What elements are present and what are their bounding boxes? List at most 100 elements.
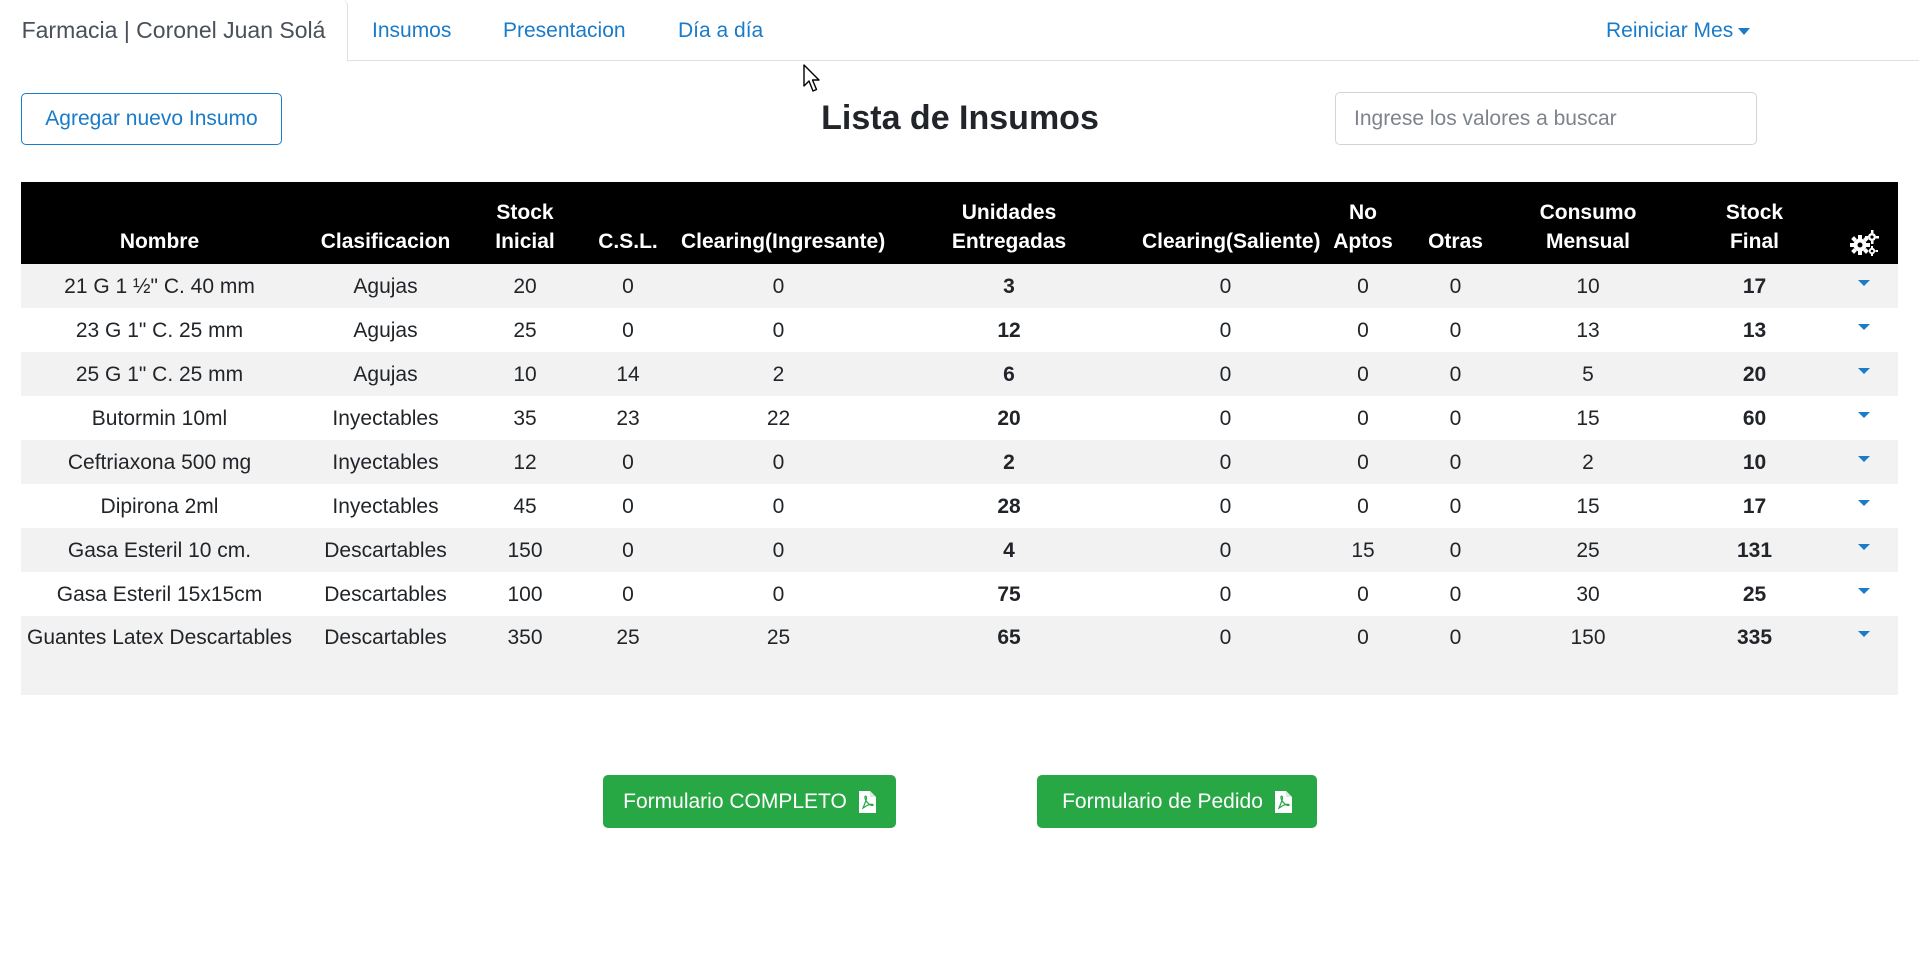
col-header-unidades-entregadas[interactable]: Unidades Entregadas: [878, 182, 1140, 264]
col-header-clearing-ingresante[interactable]: Clearing(Ingresante): [679, 182, 885, 264]
cell-clasificacion: Descartables: [298, 528, 473, 572]
table-row: Butormin 10ml Inyectables 35 23 22 20 0 …: [21, 396, 1898, 440]
reiniciar-mes-dropdown[interactable]: Reiniciar Mes: [1606, 0, 1751, 61]
cell-nombre: Ceftriaxona 500 mg: [21, 440, 298, 484]
col-header-stock-final[interactable]: Stock Final: [1680, 182, 1829, 264]
cell-consumo-mensual: 150: [1496, 616, 1680, 695]
cell-csl: 0: [577, 440, 679, 484]
col-header-stock-final-line2: Final: [1729, 230, 1779, 253]
col-header-stock-inicial[interactable]: Stock Inicial: [473, 182, 577, 264]
cell-clearing-ingresante: 0: [679, 308, 878, 352]
cell-consumo-mensual: 15: [1496, 484, 1680, 528]
formulario-pedido-button[interactable]: Formulario de Pedido: [1037, 775, 1317, 828]
row-actions-caret-icon[interactable]: [1857, 323, 1870, 330]
cell-nombre: Gasa Esteril 10 cm.: [21, 528, 298, 572]
cell-consumo-mensual: 15: [1496, 396, 1680, 440]
cell-clearing-saliente: 0: [1140, 484, 1311, 528]
cell-actions: [1829, 528, 1898, 572]
cell-stock-final: 60: [1680, 396, 1829, 440]
nav-brand-tab[interactable]: Farmacia | Coronel Juan Solá: [0, 0, 348, 62]
row-actions-caret-icon[interactable]: [1857, 411, 1870, 418]
col-header-clearing-saliente[interactable]: Clearing(Saliente): [1140, 182, 1321, 264]
cell-csl: 0: [577, 308, 679, 352]
search-input[interactable]: [1335, 92, 1757, 145]
nav-link-insumos[interactable]: Insumos: [372, 0, 451, 61]
reiniciar-mes-label: Reiniciar Mes: [1606, 18, 1734, 42]
mouse-pointer-icon: [803, 64, 820, 92]
cell-nombre: Gasa Esteril 15x15cm: [21, 572, 298, 616]
col-header-csl[interactable]: C.S.L.: [577, 182, 679, 264]
cell-clasificacion: Inyectables: [298, 484, 473, 528]
cell-stock-final: 131: [1680, 528, 1829, 572]
col-header-no-aptos-line2: Aptos: [1333, 230, 1393, 253]
page-title: Lista de Insumos: [821, 99, 1099, 137]
cell-stock-inicial: 25: [473, 308, 577, 352]
cell-otras: 0: [1415, 352, 1496, 396]
table-row: 23 G 1" C. 25 mm Agujas 25 0 0 12 0 0 0 …: [21, 308, 1898, 352]
cell-no-aptos: 0: [1311, 264, 1415, 308]
row-actions-caret-icon[interactable]: [1857, 587, 1870, 594]
cell-nombre: 23 G 1" C. 25 mm: [21, 308, 298, 352]
cell-actions: [1829, 264, 1898, 308]
cell-otras: 0: [1415, 616, 1496, 695]
row-actions-caret-icon[interactable]: [1857, 367, 1870, 374]
col-header-unidades-line1: Unidades: [961, 201, 1057, 224]
col-header-no-aptos[interactable]: No Aptos: [1311, 182, 1415, 264]
cell-stock-final: 335: [1680, 616, 1829, 695]
cell-clearing-ingresante: 0: [679, 264, 878, 308]
cell-clasificacion: Inyectables: [298, 440, 473, 484]
cell-no-aptos: 15: [1311, 528, 1415, 572]
table-header: Nombre Clasificacion Stock Inicial C.S.L.…: [21, 182, 1898, 264]
row-actions-caret-icon[interactable]: [1857, 631, 1870, 638]
add-insumo-button[interactable]: Agregar nuevo Insumo: [21, 93, 282, 145]
col-header-settings: [1829, 182, 1898, 264]
cell-actions: [1829, 308, 1898, 352]
col-header-csl-label: C.S.L.: [598, 230, 658, 253]
col-header-nombre[interactable]: Nombre: [21, 182, 298, 264]
cell-nombre: Guantes Latex Descartables: [21, 616, 298, 695]
cell-consumo-mensual: 13: [1496, 308, 1680, 352]
cell-no-aptos: 0: [1311, 616, 1415, 695]
cell-clasificacion: Agujas: [298, 308, 473, 352]
table-row: Dipirona 2ml Inyectables 45 0 0 28 0 0 0…: [21, 484, 1898, 528]
cell-stock-final: 17: [1680, 264, 1829, 308]
cell-clearing-ingresante: 25: [679, 616, 878, 695]
cell-otras: 0: [1415, 528, 1496, 572]
formulario-completo-button[interactable]: Formulario COMPLETO: [603, 775, 896, 828]
nav-link-presentacion[interactable]: Presentacion: [503, 0, 626, 61]
cell-clearing-ingresante: 0: [679, 528, 878, 572]
cell-stock-inicial: 100: [473, 572, 577, 616]
row-actions-caret-icon[interactable]: [1857, 455, 1870, 462]
cell-unidades-entregadas: 65: [878, 616, 1140, 695]
cell-csl: 25: [577, 616, 679, 695]
cell-actions: [1829, 616, 1898, 695]
nav-link-presentacion-label: Presentacion: [503, 18, 626, 42]
cell-otras: 0: [1415, 396, 1496, 440]
nav-link-dia-a-dia[interactable]: Día a día: [678, 0, 763, 61]
cell-clearing-saliente: 0: [1140, 396, 1311, 440]
file-pdf-icon: [1274, 790, 1292, 813]
cell-unidades-entregadas: 3: [878, 264, 1140, 308]
cell-clearing-saliente: 0: [1140, 440, 1311, 484]
row-actions-caret-icon[interactable]: [1857, 279, 1870, 286]
cell-actions: [1829, 572, 1898, 616]
row-actions-caret-icon[interactable]: [1857, 543, 1870, 550]
cell-no-aptos: 0: [1311, 572, 1415, 616]
cell-nombre: 21 G 1 ½" C. 40 mm: [21, 264, 298, 308]
table-row: Ceftriaxona 500 mg Inyectables 12 0 0 2 …: [21, 440, 1898, 484]
col-header-clasificacion[interactable]: Clasificacion: [298, 182, 473, 264]
cell-otras: 0: [1415, 308, 1496, 352]
col-header-consumo-mensual[interactable]: Consumo Mensual: [1496, 182, 1680, 264]
table-row: Gasa Esteril 15x15cm Descartables 100 0 …: [21, 572, 1898, 616]
cell-stock-final: 13: [1680, 308, 1829, 352]
cell-no-aptos: 0: [1311, 308, 1415, 352]
table-row: 21 G 1 ½" C. 40 mm Agujas 20 0 0 3 0 0 0…: [21, 264, 1898, 308]
cell-csl: 0: [577, 528, 679, 572]
cell-unidades-entregadas: 6: [878, 352, 1140, 396]
col-header-otras[interactable]: Otras: [1415, 182, 1496, 264]
cell-clasificacion: Agujas: [298, 352, 473, 396]
row-actions-caret-icon[interactable]: [1857, 499, 1870, 506]
col-header-stock-final-line1: Stock: [1725, 201, 1784, 224]
cell-actions: [1829, 440, 1898, 484]
cell-unidades-entregadas: 12: [878, 308, 1140, 352]
